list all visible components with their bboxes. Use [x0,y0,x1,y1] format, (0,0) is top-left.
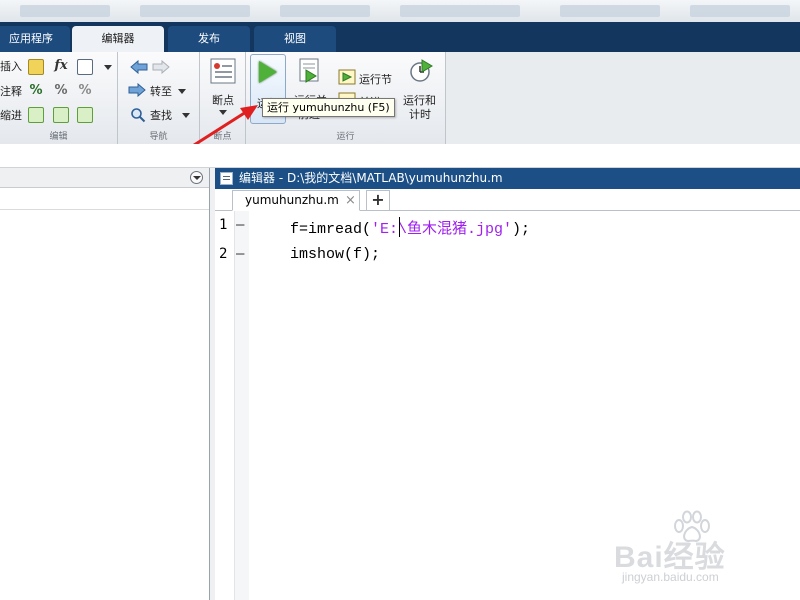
code-text: f=imread( [290,221,372,238]
tab-view[interactable]: 视图 [254,26,336,52]
fx-icon[interactable]: fx [53,58,69,74]
blurred-tab [560,5,660,17]
close-icon[interactable]: × [345,191,356,210]
editor-title-text: 编辑器 - D:\我的文档\MATLAB\yumuhunzhu.m [239,171,503,185]
editor-title-bar: 编辑器 - D:\我的文档\MATLAB\yumuhunzhu.m [215,168,800,189]
decrease-indent-icon[interactable] [77,107,93,123]
panel-header [0,168,209,188]
blurred-tab [400,5,520,17]
edit-group-label: 编辑 [49,132,68,142]
run-group-label: 运行 [336,132,355,142]
run-and-time-icon[interactable] [408,58,434,84]
editor-icon [220,172,233,185]
run-time-label-2[interactable]: 计时 [409,106,431,122]
goto-label[interactable]: 转至 [150,83,172,99]
new-tab-button[interactable]: + [366,190,390,210]
run-and-advance-icon[interactable] [298,58,322,84]
search-icon[interactable] [130,107,146,123]
line-number-gutter: 1 2 [215,211,235,600]
code-line[interactable]: f=imread('E:\鱼木混猪.jpg'); [290,217,530,238]
line-number: 1 [219,217,228,233]
uncomment-icon[interactable]: % [53,83,69,99]
edit-group: 插入 fx 注释 % % % 缩进 编辑 [0,52,118,144]
string-literal: 'E:\鱼木混猪.jpg' [371,221,513,238]
wrap-comment-icon[interactable]: % [77,83,93,99]
address-bar-area [0,144,800,168]
run-section-label[interactable]: 运行节 [359,71,392,87]
code-text: imshow(f); [290,246,381,263]
line-number: 2 [219,246,228,262]
tab-apps[interactable]: 应用程序 [0,26,70,52]
find-label[interactable]: 查找 [150,107,172,123]
blurred-tab [690,5,790,17]
ribbon-tab-strip: 应用程序 编辑器 发布 视图 [0,22,800,52]
current-folder-panel [0,168,210,600]
goto-icon[interactable] [128,83,146,97]
panel-actions-menu[interactable] [190,171,203,184]
file-tab[interactable]: yumuhunzhu.m × [232,190,360,211]
blurred-tab [280,5,370,17]
breakpoint-marker[interactable]: — [236,246,244,262]
breakpoint-marker[interactable]: — [236,217,244,233]
text-cursor [399,217,400,237]
tab-publish[interactable]: 发布 [168,26,250,52]
back-arrow-icon[interactable] [130,60,148,74]
forward-arrow-icon[interactable] [152,60,170,74]
ribbon: 插入 fx 注释 % % % 缩进 编辑 转至 查找 导航 断点 断点 运行 运… [0,52,800,144]
file-tab-label: yumuhunzhu.m [245,193,339,207]
insert-label[interactable]: 插入 [0,58,22,74]
play-icon [259,61,277,83]
run-section-icon[interactable] [338,69,356,85]
function-icon[interactable] [77,59,93,75]
comment-icon[interactable]: % [28,83,44,99]
indent-label[interactable]: 缩进 [0,107,22,123]
chevron-down-icon[interactable] [104,65,112,70]
ribbon-empty-area [446,52,800,144]
panel-column-header [0,188,209,210]
baidu-watermark: Bai经验 jingyan.baidu.com [612,510,792,590]
blurred-tab [140,5,250,17]
code-line[interactable]: imshow(f); [290,246,380,263]
tab-editor[interactable]: 编辑器 [72,26,164,52]
file-tab-strip: yumuhunzhu.m × + [215,189,800,211]
comment-label[interactable]: 注释 [0,83,22,99]
blurred-tab [20,5,110,17]
window-top-bar [0,0,800,22]
chevron-down-icon[interactable] [178,89,186,94]
run-tooltip: 运行 yumuhunzhu (F5) [262,98,395,117]
breakpoints-icon[interactable] [210,58,236,84]
smart-indent-icon[interactable] [28,107,44,123]
increase-indent-icon[interactable] [53,107,69,123]
watermark-url: jingyan.baidu.com [622,570,719,584]
code-text: ); [512,221,531,238]
insert-icon[interactable] [28,59,44,75]
code-folding-column [235,211,249,600]
